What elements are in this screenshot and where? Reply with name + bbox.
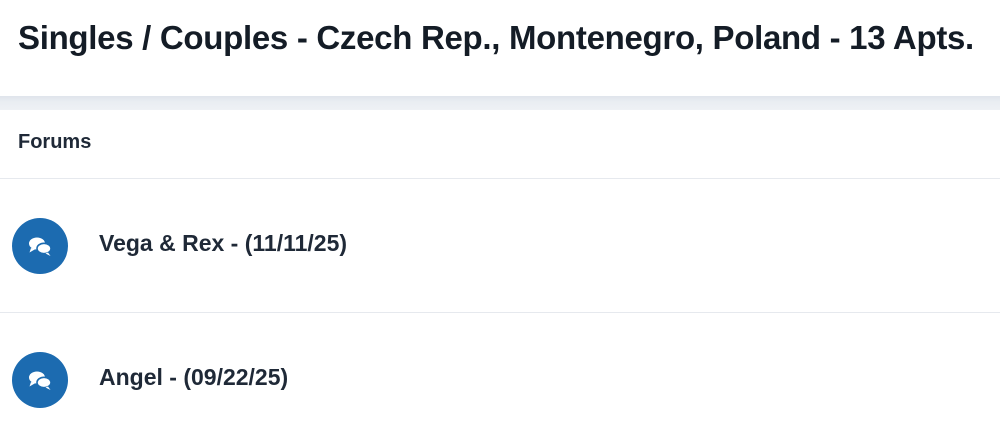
forum-row-vega-rex[interactable]: Vega & Rex - (11/11/25) <box>0 179 1000 313</box>
comments-icon <box>12 352 68 408</box>
section-title: Forums <box>18 131 92 153</box>
forum-title[interactable]: Vega & Rex - (11/11/25) <box>99 230 347 257</box>
forum-list: Forums Vega & Rex - (11/11/25) Angel - (… <box>0 110 1000 439</box>
section-header: Forums <box>0 110 1000 179</box>
header-separator <box>0 96 1000 110</box>
page-header: Singles / Couples - Czech Rep., Monteneg… <box>0 0 1000 96</box>
forum-title[interactable]: Angel - (09/22/25) <box>99 364 288 391</box>
page-title: Singles / Couples - Czech Rep., Monteneg… <box>18 19 974 56</box>
forum-row-angel[interactable]: Angel - (09/22/25) <box>0 313 1000 439</box>
comments-icon <box>12 218 68 274</box>
